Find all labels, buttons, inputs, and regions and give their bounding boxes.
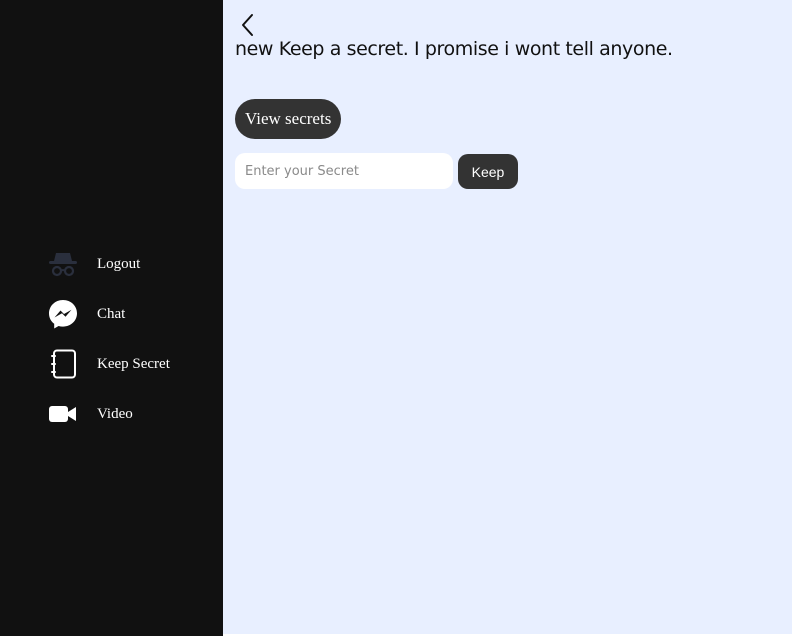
main-content: new Keep a secret. I promise i wont tell… [223, 0, 792, 634]
sidebar-item-label: Video [97, 405, 133, 422]
sidebar-item-chat[interactable]: Chat [47, 298, 170, 330]
messenger-icon [47, 298, 79, 330]
keep-button[interactable]: Keep [458, 154, 518, 189]
chevron-left-icon [242, 14, 253, 36]
sidebar-nav: Logout Chat Keep Secret Video [47, 248, 170, 448]
incognito-icon [47, 248, 79, 280]
video-camera-icon [47, 398, 79, 430]
view-secrets-button[interactable]: View secrets [235, 99, 342, 139]
page-title: new Keep a secret. I promise i wont tell… [235, 38, 673, 60]
app-window: Logout Chat Keep Secret Video new Keep a… [0, 0, 804, 636]
window-edge [792, 0, 804, 636]
sidebar-item-logout[interactable]: Logout [47, 248, 170, 280]
secret-input[interactable] [235, 153, 453, 189]
sidebar-item-label: Chat [97, 305, 126, 322]
sidebar-item-keep-secret[interactable]: Keep Secret [47, 348, 170, 380]
sidebar-item-label: Keep Secret [97, 355, 170, 372]
notebook-icon [47, 348, 79, 380]
back-button[interactable] [237, 12, 259, 38]
sidebar: Logout Chat Keep Secret Video [0, 0, 223, 636]
sidebar-item-label: Logout [97, 255, 141, 272]
sidebar-item-video[interactable]: Video [47, 398, 170, 430]
